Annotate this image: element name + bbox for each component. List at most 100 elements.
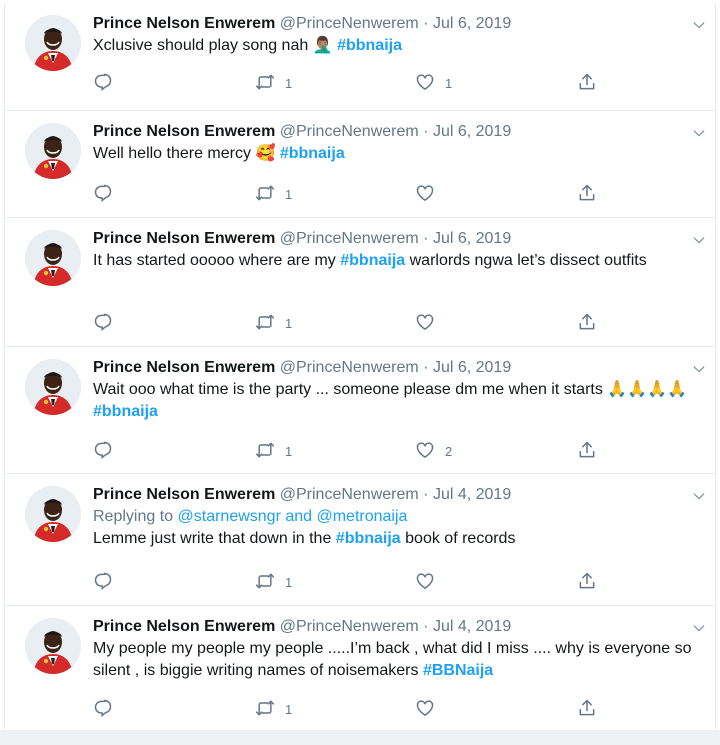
hashtag-link[interactable]: #bbnaija (337, 37, 402, 54)
share-icon (577, 183, 597, 206)
avatar[interactable] (25, 15, 81, 71)
retweet-count: 1 (285, 186, 293, 202)
like-icon (415, 698, 435, 721)
retweet-button[interactable]: 1 (255, 313, 292, 333)
retweet-button[interactable]: 1 (255, 699, 292, 719)
emoji: 🙏🙏🙏🙏 (607, 381, 687, 398)
hashtag-link[interactable]: #bbnaija (340, 252, 405, 269)
author-handle[interactable]: @PrinceNenwerem (280, 618, 419, 635)
hashtag-link[interactable]: #BBNaija (423, 662, 493, 679)
tweet-text-main: My people my people my people .....I’m b… (93, 640, 692, 679)
tweet-text: Lemme just write that down in the #bbnai… (93, 528, 699, 550)
avatar[interactable] (25, 359, 81, 415)
separator-dot: · (423, 230, 429, 247)
share-button[interactable] (577, 73, 597, 93)
reply-button[interactable] (93, 699, 113, 719)
like-icon (415, 571, 435, 594)
retweet-count: 1 (285, 75, 293, 91)
tweet-header: Prince Nelson Enwerem @PrinceNenwerem · … (93, 616, 699, 638)
avatar[interactable] (25, 230, 81, 286)
replying-to: Replying to @starnewsngr and @metronaija (93, 506, 699, 528)
tweet-date[interactable]: Jul 4, 2019 (433, 618, 511, 635)
reply-icon (93, 72, 113, 95)
author-handle[interactable]: @PrinceNenwerem (280, 486, 419, 503)
tweet-date[interactable]: Jul 6, 2019 (433, 15, 511, 32)
tweet-body: Prince Nelson Enwerem @PrinceNenwerem · … (93, 121, 699, 165)
retweet-button[interactable]: 1 (255, 184, 292, 204)
retweet-button[interactable]: 1 (255, 572, 292, 592)
author-name[interactable]: Prince Nelson Enwerem (93, 123, 275, 140)
tweet[interactable]: Prince Nelson Enwerem @PrinceNenwerem · … (5, 606, 715, 731)
share-icon (577, 571, 597, 594)
share-button[interactable] (577, 313, 597, 333)
tweet[interactable]: Prince Nelson Enwerem @PrinceNenwerem · … (5, 218, 715, 347)
tweet-header: Prince Nelson Enwerem @PrinceNenwerem · … (93, 228, 699, 250)
hashtag-link[interactable]: #bbnaija (93, 403, 158, 420)
author-handle[interactable]: @PrinceNenwerem (280, 230, 419, 247)
chevron-down-icon[interactable] (691, 125, 707, 141)
share-button[interactable] (577, 184, 597, 204)
retweet-button[interactable]: 1 (255, 441, 292, 461)
bottom-scroll-area (0, 730, 720, 745)
retweet-icon (255, 312, 275, 335)
reply-icon (93, 571, 113, 594)
like-button[interactable]: 2 (415, 441, 452, 461)
share-button[interactable] (577, 699, 597, 719)
tweet-date[interactable]: Jul 6, 2019 (433, 359, 511, 376)
tweet[interactable]: Prince Nelson Enwerem @PrinceNenwerem · … (5, 474, 715, 606)
avatar[interactable] (25, 123, 81, 179)
tweet-text-main: Wait ooo what time is the party ... some… (93, 381, 603, 398)
tweet-date[interactable]: Jul 4, 2019 (433, 486, 511, 503)
tweet-body: Prince Nelson Enwerem @PrinceNenwerem · … (93, 357, 699, 423)
hashtag-link[interactable]: #bbnaija (336, 530, 401, 547)
like-button[interactable] (415, 572, 435, 592)
tweet-date[interactable]: Jul 6, 2019 (433, 123, 511, 140)
tweet-text: My people my people my people .....I’m b… (93, 638, 699, 682)
like-button[interactable]: 1 (415, 73, 452, 93)
like-button[interactable] (415, 184, 435, 204)
author-name[interactable]: Prince Nelson Enwerem (93, 230, 275, 247)
reply-button[interactable] (93, 313, 113, 333)
reply-button[interactable] (93, 441, 113, 461)
avatar[interactable] (25, 486, 81, 542)
avatar[interactable] (25, 618, 81, 674)
chevron-down-icon[interactable] (691, 620, 707, 636)
like-button[interactable] (415, 699, 435, 719)
tweet[interactable]: Prince Nelson Enwerem @PrinceNenwerem · … (5, 347, 715, 474)
chevron-down-icon[interactable] (691, 361, 707, 377)
reply-button[interactable] (93, 184, 113, 204)
chevron-down-icon[interactable] (691, 488, 707, 504)
author-name[interactable]: Prince Nelson Enwerem (93, 15, 275, 32)
tweet-date[interactable]: Jul 6, 2019 (433, 230, 511, 247)
reply-button[interactable] (93, 73, 113, 93)
chevron-down-icon[interactable] (691, 17, 707, 33)
tweet[interactable]: Prince Nelson Enwerem @PrinceNenwerem · … (5, 3, 715, 111)
share-button[interactable] (577, 572, 597, 592)
reply-icon (93, 312, 113, 335)
retweet-count: 1 (285, 315, 293, 331)
share-icon (577, 440, 597, 463)
tweet-actions: 11 (93, 73, 613, 93)
retweet-button[interactable]: 1 (255, 73, 292, 93)
author-name[interactable]: Prince Nelson Enwerem (93, 618, 275, 635)
author-handle[interactable]: @PrinceNenwerem (280, 15, 419, 32)
retweet-icon (255, 698, 275, 721)
author-handle[interactable]: @PrinceNenwerem (280, 123, 419, 140)
tweet-text-main: Well hello there mercy (93, 145, 251, 162)
hashtag-link[interactable]: #bbnaija (280, 145, 345, 162)
chevron-down-icon[interactable] (691, 232, 707, 248)
replying-to-users[interactable]: @starnewsngr and @metronaija (178, 508, 408, 525)
like-button[interactable] (415, 313, 435, 333)
author-name[interactable]: Prince Nelson Enwerem (93, 359, 275, 376)
reply-button[interactable] (93, 572, 113, 592)
tweet[interactable]: Prince Nelson Enwerem @PrinceNenwerem · … (5, 111, 715, 218)
tweet-text-main: Xclusive should play song nah (93, 37, 309, 54)
like-icon (415, 183, 435, 206)
like-count: 2 (445, 443, 453, 459)
author-name[interactable]: Prince Nelson Enwerem (93, 486, 275, 503)
author-handle[interactable]: @PrinceNenwerem (280, 359, 419, 376)
share-button[interactable] (577, 441, 597, 461)
share-icon (577, 312, 597, 335)
tweet-text-end: warlords ngwa let’s dissect outfits (409, 252, 647, 269)
separator-dot: · (423, 123, 429, 140)
